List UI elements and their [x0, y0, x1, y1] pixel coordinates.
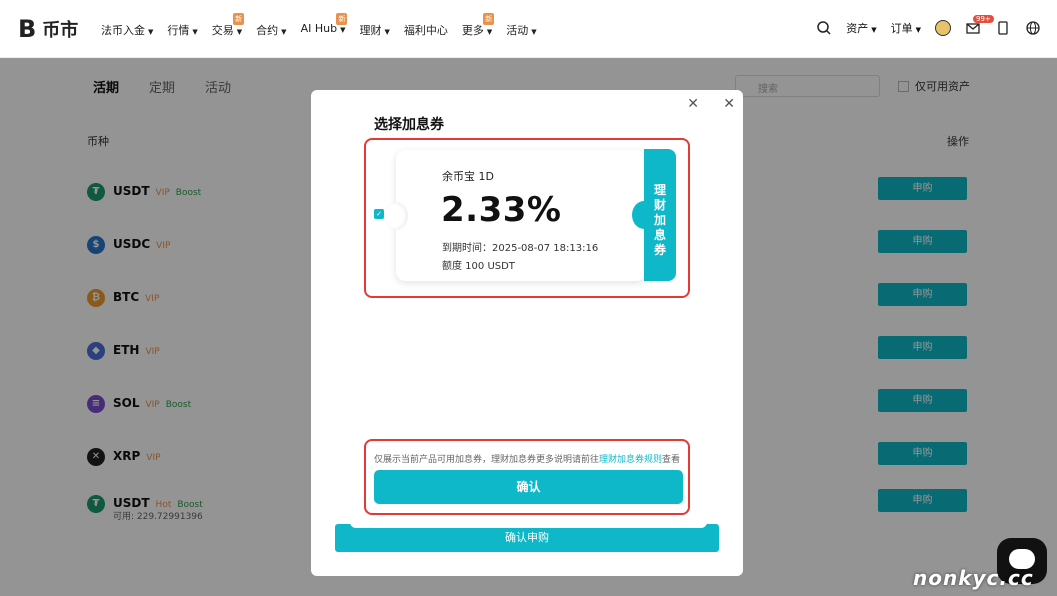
globe-icon[interactable]	[1025, 20, 1041, 36]
chevron-down-icon: ▼	[340, 26, 346, 34]
ticket-notch	[384, 202, 408, 230]
nav-item-label: 行情	[167, 24, 190, 37]
main-menu: 法币入金 ▼ 行情 ▼ 交易 ▼ 新合约 ▼ AI Hub ▼ 新理财 ▼ 福利中心 更多 ▼ 新活动 ▼	[101, 13, 551, 38]
chevron-down-icon: ▼	[384, 28, 390, 36]
logo-text: 币市	[42, 20, 79, 41]
assets-menu[interactable]: 资产 ▼	[846, 20, 876, 36]
chevron-down-icon: ▼	[236, 28, 243, 36]
orders-label: 订单	[890, 22, 913, 35]
new-badge: 新	[233, 13, 245, 25]
close-icon[interactable]: ✕	[723, 96, 735, 112]
chevron-down-icon: ▼	[915, 26, 921, 34]
coupon-checkbox[interactable]: ✓	[374, 209, 384, 219]
coupon-expire: 到期时间：2025-08-07 18:13:16	[442, 243, 599, 254]
top-nav: B 币市 法币入金 ▼ 行情 ▼ 交易 ▼ 新合约 ▼ AI Hub ▼ 新理财 ▼ 福利中心 更多 ▼ 新活…	[0, 0, 1057, 58]
coupon-modal: 选择加息券 ✕ ✓ 余币宝 1D 2.33% 到期时间：2025-08-07 1…	[350, 90, 707, 528]
confirm-subscribe-button[interactable]: 确认申购	[335, 524, 719, 552]
logo-mark: B	[18, 15, 37, 43]
assets-label: 资产	[846, 22, 869, 35]
nav-item-label: 交易	[211, 24, 234, 37]
avatar[interactable]	[935, 20, 951, 36]
nav-item-label: 更多	[461, 24, 484, 37]
chevron-down-icon: ▼	[192, 28, 198, 36]
right-nav: 资产 ▼ 订单 ▼ 99+	[816, 15, 1041, 36]
nav-item-label: 理财	[359, 24, 382, 37]
coupon-side-strip: 理财加息券	[632, 149, 676, 281]
search-icon[interactable]	[816, 20, 832, 36]
coupon-product: 余币宝 1D	[442, 170, 494, 183]
chevron-down-icon: ▼	[871, 26, 877, 34]
nav-item-5[interactable]: 理财 ▼	[359, 22, 389, 38]
new-badge: 新	[483, 13, 495, 25]
nav-item-0[interactable]: 法币入金 ▼	[101, 22, 153, 38]
coupon-card[interactable]: 余币宝 1D 2.33% 到期时间：2025-08-07 18:13:16 额度…	[384, 150, 646, 281]
confirm-button[interactable]: 确认	[374, 470, 683, 504]
chevron-down-icon: ▼	[486, 28, 493, 36]
chevron-down-icon: ▼	[531, 28, 537, 36]
nav-item-label: 合约	[256, 24, 279, 37]
mail-icon[interactable]: 99+	[965, 15, 994, 36]
nav-item-7[interactable]: 更多 ▼ 新	[461, 13, 495, 38]
nav-item-8[interactable]: 活动 ▼	[506, 22, 536, 38]
note-text: 仅展示当前产品可用加息券，理财加息券更多说明请前往	[374, 455, 600, 465]
coupon-rules-link[interactable]: 理财加息券规则	[599, 455, 662, 465]
nav-item-3[interactable]: 合约 ▼	[256, 22, 286, 38]
modal-title: 选择加息券	[374, 117, 444, 133]
logo[interactable]: B 币市	[18, 16, 78, 42]
nav-item-4[interactable]: AI Hub ▼ 新	[300, 13, 348, 38]
coupon-amount: 额度 100 USDT	[442, 261, 515, 272]
orders-menu[interactable]: 订单 ▼	[891, 20, 921, 36]
nav-item-label: 法币入金	[101, 24, 145, 37]
nav-item-2[interactable]: 交易 ▼ 新	[211, 13, 245, 38]
nav-item-1[interactable]: 行情 ▼	[167, 22, 197, 38]
watermark: nonkyc.cc	[913, 566, 1034, 590]
coupon-rate: 2.33%	[441, 190, 562, 230]
nav-item-label: AI Hub	[300, 22, 338, 35]
nav-item-6[interactable]: 福利中心	[404, 22, 448, 38]
mail-count-badge: 99+	[973, 15, 994, 23]
chevron-down-icon: ▼	[148, 28, 154, 36]
nav-item-label: 福利中心	[403, 24, 448, 37]
nav-item-label: 活动	[506, 24, 529, 37]
coupon-note: 仅展示当前产品可用加息券，理财加息券更多说明请前往理财加息券规则查看	[374, 452, 680, 465]
close-icon[interactable]: ✕	[687, 96, 699, 112]
chevron-down-icon: ▼	[281, 28, 287, 36]
download-icon[interactable]	[995, 20, 1011, 36]
note-text-suffix: 查看	[662, 455, 681, 465]
new-badge: 新	[336, 13, 348, 25]
coupon-side-label: 理财加息券	[653, 183, 666, 257]
